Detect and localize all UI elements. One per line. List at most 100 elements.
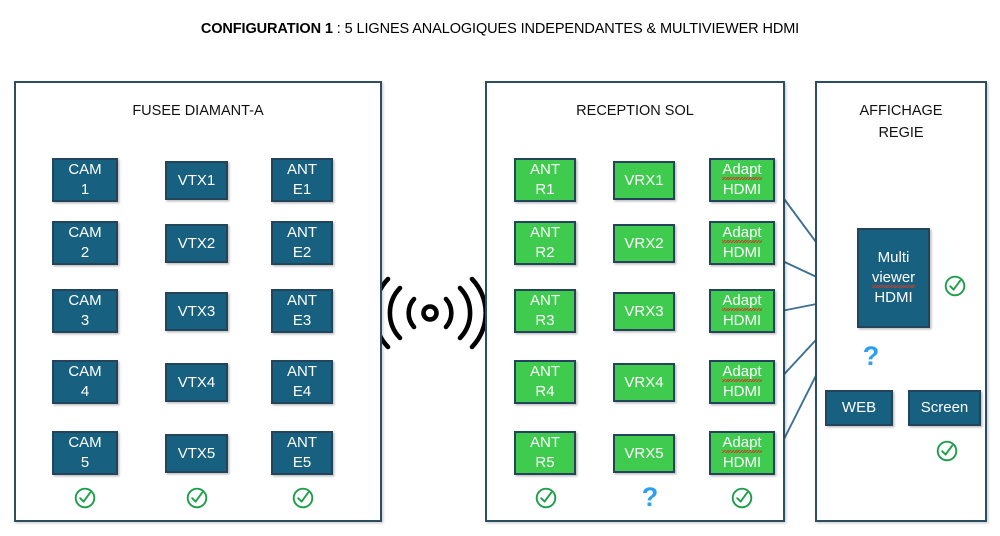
node-adapt-hdmi-2[interactable]: Adapt HDMI xyxy=(709,221,775,265)
node-line-1: VRX5 xyxy=(624,444,664,462)
node-cam-3[interactable]: CAM 3 xyxy=(52,289,118,333)
node-ant-e4[interactable]: ANT E4 xyxy=(271,360,333,404)
node-adapt-hdmi-5[interactable]: Adapt HDMI xyxy=(709,431,775,475)
node-web[interactable]: WEB xyxy=(825,390,893,426)
node-line-3: HDMI xyxy=(874,289,913,306)
node-line-1: Adapt xyxy=(722,292,762,311)
status-check-multiviewer xyxy=(940,271,970,301)
status-question-vrx: ? xyxy=(637,481,663,513)
panel-title-affichage-l1: AFFICHAGE xyxy=(859,103,943,119)
node-line-2: 1 xyxy=(80,181,90,198)
node-multiviewer-hdmi[interactable]: Multi viewer HDMI xyxy=(857,228,930,328)
check-circle-icon xyxy=(186,487,208,509)
node-line-2: R1 xyxy=(535,181,555,198)
node-line-1: ANT xyxy=(287,363,317,380)
node-line-2: HDMI xyxy=(722,244,762,261)
node-adapt-hdmi-4[interactable]: Adapt HDMI xyxy=(709,360,775,404)
node-ant-e3[interactable]: ANT E3 xyxy=(271,289,333,333)
check-circle-icon xyxy=(731,487,753,509)
node-line-2: E1 xyxy=(292,181,312,198)
node-cam-1[interactable]: CAM 1 xyxy=(52,158,118,202)
node-line-1: ANT xyxy=(530,224,560,241)
node-line-2: R2 xyxy=(535,244,555,261)
node-line-2: 2 xyxy=(80,244,90,261)
node-line-2: R3 xyxy=(535,312,555,329)
node-vrx-5[interactable]: VRX5 xyxy=(613,434,675,473)
node-ant-r2[interactable]: ANT R2 xyxy=(514,221,576,265)
check-circle-icon xyxy=(292,487,314,509)
node-vtx-1[interactable]: VTX1 xyxy=(165,161,228,200)
node-vrx-3[interactable]: VRX3 xyxy=(613,292,675,331)
node-line-1: VTX1 xyxy=(177,171,216,189)
node-vrx-4[interactable]: VRX4 xyxy=(613,363,675,402)
node-line-1: ANT xyxy=(530,161,560,178)
node-ant-e1[interactable]: ANT E1 xyxy=(271,158,333,202)
node-line-2: E5 xyxy=(292,454,312,471)
node-vtx-2[interactable]: VTX2 xyxy=(165,224,228,263)
node-line-1: VRX4 xyxy=(624,373,664,391)
node-line-2: 4 xyxy=(80,383,90,400)
node-line-1: Screen xyxy=(920,399,969,416)
check-circle-icon xyxy=(74,487,96,509)
node-ant-e5[interactable]: ANT E5 xyxy=(271,431,333,475)
rf-wireless-icon xyxy=(372,276,488,350)
node-ant-r3[interactable]: ANT R3 xyxy=(514,289,576,333)
node-ant-r5[interactable]: ANT R5 xyxy=(514,431,576,475)
node-line-1: ANT xyxy=(287,292,317,309)
node-ant-r4[interactable]: ANT R4 xyxy=(514,360,576,404)
node-line-2: E2 xyxy=(292,244,312,261)
panel-title-affichage-l2: REGIE xyxy=(878,125,924,141)
node-line-1: VTX2 xyxy=(177,234,216,252)
node-line-1: CAM xyxy=(68,161,102,178)
node-line-1: VRX3 xyxy=(624,302,664,320)
node-line-1: Adapt xyxy=(722,224,762,243)
node-line-1: CAM xyxy=(68,224,102,241)
node-line-1: ANT xyxy=(530,363,560,380)
node-vtx-4[interactable]: VTX4 xyxy=(165,363,228,402)
node-adapt-hdmi-1[interactable]: Adapt HDMI xyxy=(709,158,775,202)
node-line-1: Adapt xyxy=(722,434,762,453)
node-line-1: Multi xyxy=(877,249,910,266)
node-vtx-3[interactable]: VTX3 xyxy=(165,292,228,331)
node-line-2: viewer xyxy=(871,269,916,288)
panel-title-reception: RECEPTION SOL xyxy=(576,103,694,119)
node-line-2: R4 xyxy=(535,383,555,400)
node-line-2: R5 xyxy=(535,454,555,471)
check-circle-icon xyxy=(535,487,557,509)
node-line-1: ANT xyxy=(287,434,317,451)
node-adapt-hdmi-3[interactable]: Adapt HDMI xyxy=(709,289,775,333)
node-vrx-2[interactable]: VRX2 xyxy=(613,224,675,263)
node-cam-2[interactable]: CAM 2 xyxy=(52,221,118,265)
node-line-2: 5 xyxy=(80,454,90,471)
node-line-2: E4 xyxy=(292,383,312,400)
node-cam-4[interactable]: CAM 4 xyxy=(52,360,118,404)
node-line-1: ANT xyxy=(287,161,317,178)
status-check-cam xyxy=(70,483,100,513)
node-line-2: HDMI xyxy=(722,312,762,329)
status-check-ant-e xyxy=(288,483,318,513)
node-vrx-1[interactable]: VRX1 xyxy=(613,161,675,200)
check-circle-icon xyxy=(936,440,958,462)
node-screen[interactable]: Screen xyxy=(908,390,981,426)
node-line-1: Adapt xyxy=(722,363,762,382)
node-line-2: HDMI xyxy=(722,454,762,471)
node-cam-5[interactable]: CAM 5 xyxy=(52,431,118,475)
check-circle-icon xyxy=(944,275,966,297)
node-line-1: CAM xyxy=(68,292,102,309)
panel-title-fusee: FUSEE DIAMANT-A xyxy=(132,103,264,119)
node-line-1: CAM xyxy=(68,363,102,380)
node-line-1: VRX1 xyxy=(624,171,664,189)
node-line-1: VRX2 xyxy=(624,234,664,252)
node-line-1: ANT xyxy=(287,224,317,241)
node-line-1: VTX4 xyxy=(177,373,216,391)
node-line-1: ANT xyxy=(530,292,560,309)
node-vtx-5[interactable]: VTX5 xyxy=(165,434,228,473)
node-ant-e2[interactable]: ANT E2 xyxy=(271,221,333,265)
node-line-2: E3 xyxy=(292,312,312,329)
node-ant-r1[interactable]: ANT R1 xyxy=(514,158,576,202)
status-question-web: ? xyxy=(858,340,884,372)
node-line-1: VTX3 xyxy=(177,302,216,320)
node-line-1: CAM xyxy=(68,434,102,451)
status-check-vtx xyxy=(182,483,212,513)
node-line-1: Adapt xyxy=(722,161,762,180)
